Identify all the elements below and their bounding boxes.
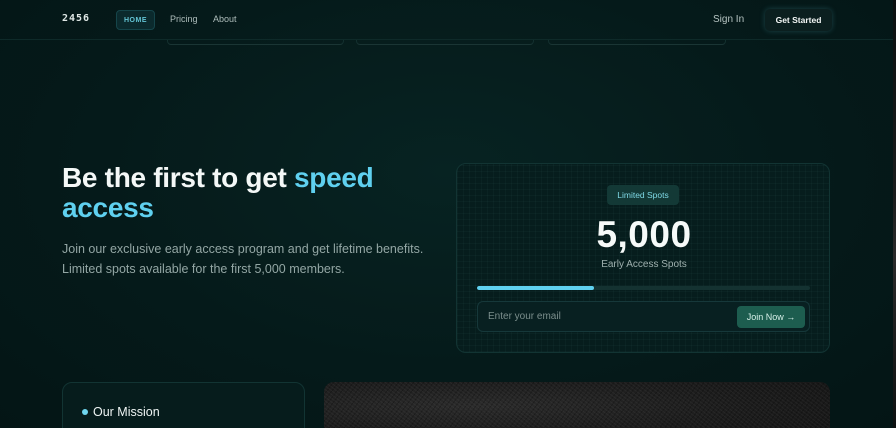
hero-title: Be the first to get speed access: [62, 163, 442, 223]
hero-subtitle: Join our exclusive early access program …: [62, 239, 442, 279]
spots-count: 5,000: [596, 214, 692, 255]
spots-progress-fill: [477, 286, 594, 290]
bullet-dot-icon: [82, 409, 88, 415]
spots-progress-bar: [477, 286, 810, 290]
top-navbar: 2456 HOME Pricing About Sign In Get Star…: [0, 0, 893, 40]
early-access-card: Limited Spots 5,000 Early Access Spots J…: [456, 163, 830, 353]
join-now-button[interactable]: Join Now →: [737, 306, 805, 328]
nav-home-button[interactable]: HOME: [116, 10, 155, 30]
textured-image-panel: [324, 382, 830, 428]
mission-title: Our Mission: [93, 405, 160, 419]
page: 2456 HOME Pricing About Sign In Get Star…: [0, 0, 893, 428]
nav-dropdown-edge: [167, 40, 344, 45]
spots-count-label: Early Access Spots: [601, 259, 687, 270]
nav-link-about[interactable]: About: [213, 14, 237, 24]
nav-dropdown-edge: [356, 40, 534, 45]
hero-subtitle-line1: Join our exclusive early access program …: [62, 242, 424, 256]
sign-in-link[interactable]: Sign In: [713, 14, 744, 25]
hero-subtitle-line2: Limited spots available for the first 5,…: [62, 262, 345, 276]
get-started-button[interactable]: Get Started: [765, 9, 832, 31]
nav-link-pricing[interactable]: Pricing: [170, 14, 198, 24]
mission-card: Our Mission: [62, 382, 305, 428]
email-input[interactable]: [479, 303, 729, 330]
email-signup-form: Join Now →: [477, 301, 810, 332]
logo[interactable]: 2456: [62, 13, 90, 24]
hero-title-plain: Be the first to get: [62, 162, 295, 193]
limited-spots-badge: Limited Spots: [607, 185, 679, 205]
nav-dropdown-edge: [548, 40, 726, 45]
